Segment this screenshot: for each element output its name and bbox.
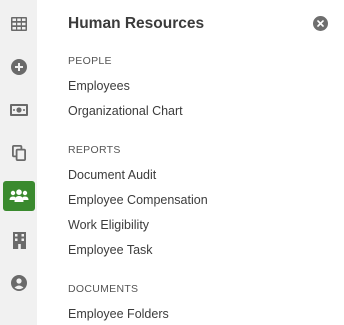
rail-item-copy[interactable] bbox=[3, 138, 35, 168]
section-heading-documents: DOCUMENTS bbox=[68, 283, 139, 295]
close-button[interactable] bbox=[313, 16, 328, 31]
money-icon bbox=[10, 104, 28, 116]
app-window: Human Resources PEOPLE Employees Organiz… bbox=[0, 0, 344, 325]
icon-rail bbox=[0, 0, 37, 325]
rail-item-building[interactable] bbox=[3, 225, 35, 255]
rail-item-money[interactable] bbox=[3, 95, 35, 125]
panel-title: Human Resources bbox=[68, 15, 205, 32]
grid-icon bbox=[11, 17, 27, 31]
section-heading-people: PEOPLE bbox=[68, 55, 112, 67]
rail-item-grid[interactable] bbox=[3, 9, 35, 39]
nav-link-organizational-chart[interactable]: Organizational Chart bbox=[68, 104, 183, 118]
nav-link-employee-task[interactable]: Employee Task bbox=[68, 243, 153, 257]
rail-item-add[interactable] bbox=[3, 52, 35, 82]
rail-item-profile[interactable] bbox=[3, 268, 35, 298]
menu-panel: Human Resources PEOPLE Employees Organiz… bbox=[37, 0, 344, 325]
nav-link-employees[interactable]: Employees bbox=[68, 79, 130, 93]
nav-link-work-eligibility[interactable]: Work Eligibility bbox=[68, 218, 149, 232]
nav-link-employee-compensation[interactable]: Employee Compensation bbox=[68, 193, 208, 207]
people-icon bbox=[9, 189, 29, 202]
building-icon bbox=[12, 231, 26, 249]
add-circle-icon bbox=[11, 59, 27, 75]
copy-icon bbox=[12, 145, 26, 161]
rail-item-people[interactable] bbox=[3, 181, 35, 211]
close-icon bbox=[317, 20, 324, 27]
user-circle-icon bbox=[11, 275, 27, 291]
section-heading-reports: REPORTS bbox=[68, 144, 121, 156]
nav-link-document-audit[interactable]: Document Audit bbox=[68, 168, 156, 182]
nav-link-employee-folders[interactable]: Employee Folders bbox=[68, 307, 169, 321]
